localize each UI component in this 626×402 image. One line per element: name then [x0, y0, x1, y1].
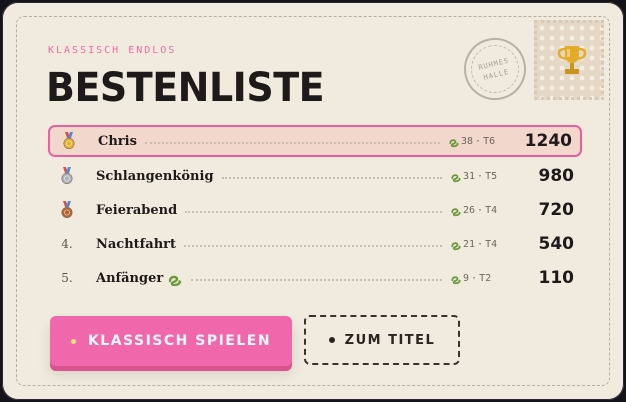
player-name: Anfänger: [96, 270, 164, 286]
rank-cell: 5.: [48, 271, 86, 285]
snake-badge-icon: [169, 275, 182, 286]
medal-bronze-icon: [61, 201, 73, 218]
rank-cell: 4.: [48, 237, 86, 251]
stat-separator: ·: [477, 170, 484, 182]
seal-text: RUHMES HALLE: [477, 56, 511, 82]
to-title-label: ZUM TITEL: [344, 332, 436, 348]
snake-length-icon: [451, 276, 461, 285]
player-name: Schlangenkönig: [96, 168, 214, 184]
stat-separator: ·: [477, 238, 484, 250]
snake-length: 31: [463, 170, 476, 182]
level-reached: T4: [485, 238, 498, 250]
player-name: Feierabend: [96, 202, 178, 218]
snake-length-icon: [451, 174, 461, 183]
score-value: 110: [538, 268, 575, 288]
mode-kicker: KLASSISCH ENDLOS: [48, 45, 177, 56]
leaderboard-row: Feierabend 26 · T4 720: [48, 195, 582, 225]
run-stats: 21 · T4: [450, 237, 522, 251]
snake-length: 26: [463, 204, 476, 216]
player-name-cell: Nachtfahrt: [86, 237, 176, 252]
leaderboard-row: Schlangenkönig 31 · T5 980: [48, 161, 582, 191]
rank-cell: [50, 132, 88, 150]
snake-length-icon: [449, 139, 459, 148]
snake-length: 21: [463, 238, 476, 250]
rank-cell: [48, 201, 86, 219]
snake-length: 9: [463, 272, 470, 284]
leaderboard-row: 4. Nachtfahrt 21 · T4 540: [48, 229, 582, 259]
dot-leader: [144, 142, 440, 144]
bullet-icon: [70, 338, 76, 344]
level-reached: T2: [479, 272, 492, 284]
dot-leader: [185, 211, 442, 213]
level-reached: T5: [485, 170, 498, 182]
player-name: Nachtfahrt: [96, 236, 176, 252]
score-value: 720: [538, 200, 575, 220]
player-name-cell: Feierabend: [86, 203, 177, 218]
player-name-cell: Chris: [88, 134, 137, 149]
play-classic-label: KLASSISCH SPIELEN: [87, 333, 272, 349]
score-value: 1240: [524, 131, 572, 151]
trophy-icon: [557, 46, 587, 74]
dot-leader: [221, 177, 442, 179]
score-value: 980: [538, 166, 575, 186]
score-value: 540: [538, 234, 575, 254]
snake-length-icon: [451, 208, 461, 217]
stat-separator: ·: [477, 204, 484, 216]
player-name-cell: Anfänger: [86, 270, 183, 286]
level-reached: T4: [485, 204, 498, 216]
dot-leader: [191, 279, 442, 281]
to-title-button[interactable]: ZUM TITEL: [304, 315, 460, 365]
run-stats: 26 · T4: [450, 203, 522, 217]
snake-length: 38: [461, 135, 474, 147]
player-name: Chris: [98, 133, 137, 149]
rank-number: 4.: [61, 237, 73, 251]
snake-length-icon: [451, 242, 461, 251]
rank-cell: [48, 167, 86, 185]
leaderboard-row: 5. Anfänger 9 · T2 110: [48, 263, 582, 293]
player-name-cell: Schlangenkönig: [86, 169, 214, 184]
run-stats: 38 · T6: [448, 134, 520, 148]
stat-separator: ·: [471, 272, 478, 284]
medal-silver-icon: [61, 167, 73, 184]
page-title: BESTENLISTE: [46, 64, 325, 111]
leaderboard-card: KLASSISCH ENDLOS BESTENLISTE RUHMES HALL…: [2, 2, 624, 400]
trophy-stamp: [534, 20, 604, 100]
level-reached: T6: [483, 135, 496, 147]
stat-separator: ·: [475, 135, 482, 147]
leaderboard-row: Chris 38 · T6 1240: [48, 125, 582, 157]
run-stats: 31 · T5: [450, 169, 522, 183]
run-stats: 9 · T2: [450, 271, 522, 285]
dot-leader: [184, 245, 442, 247]
bullet-icon: [328, 337, 335, 343]
rank-number: 5.: [61, 271, 73, 285]
play-classic-button[interactable]: KLASSISCH SPIELEN: [50, 316, 292, 366]
medal-gold-icon: [63, 132, 75, 149]
